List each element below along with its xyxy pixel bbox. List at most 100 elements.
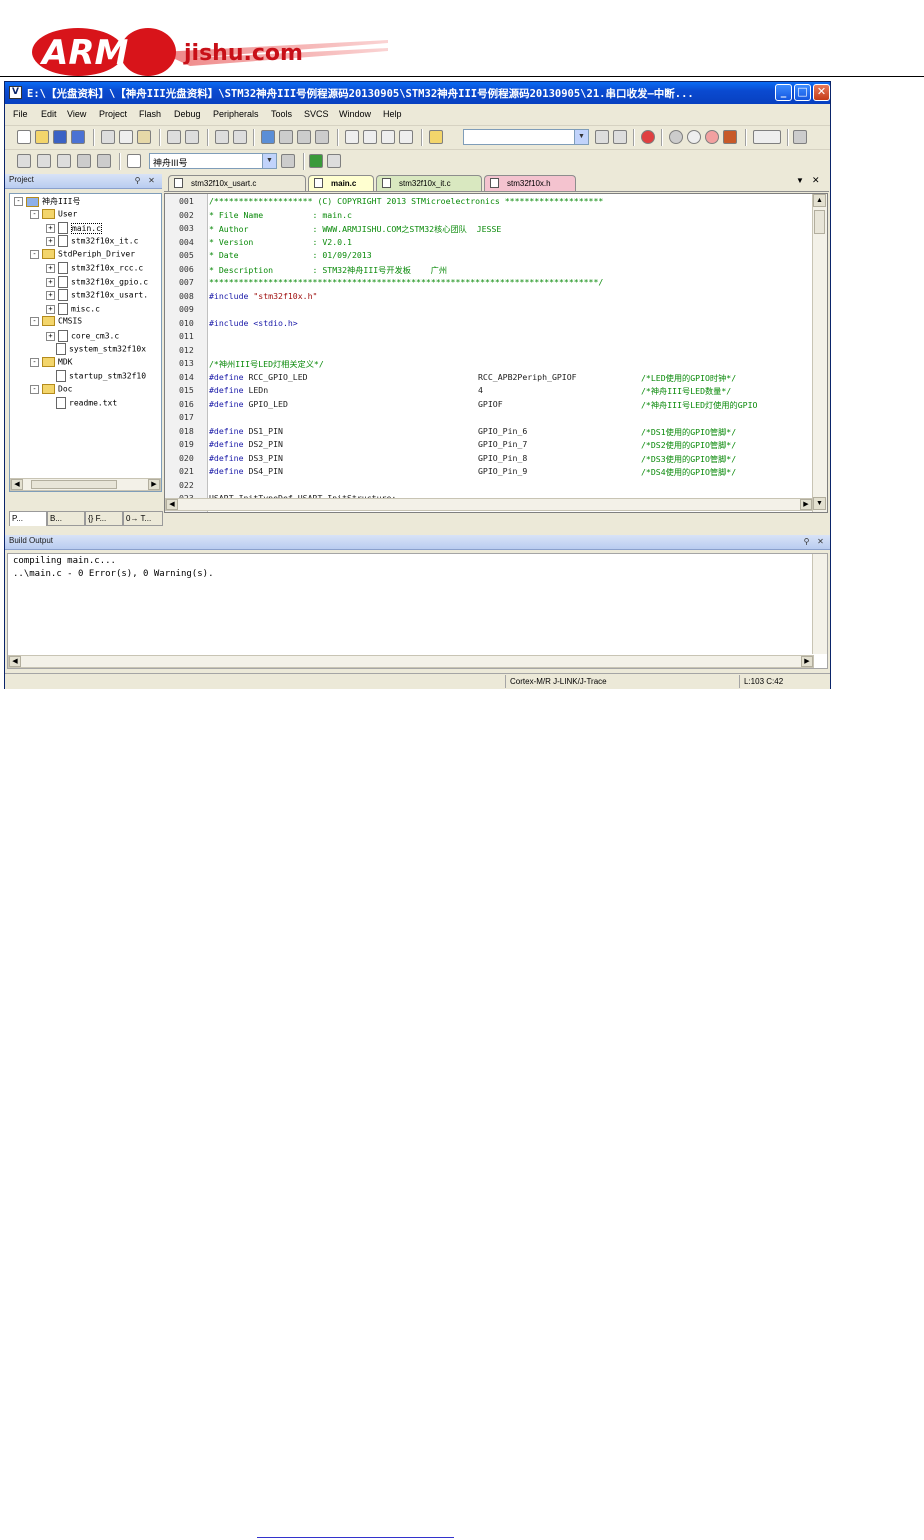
target-select[interactable]: 神舟III号 ▼ [149,153,277,169]
menu-svcs[interactable]: SVCS [304,109,329,119]
expand-icon[interactable]: + [46,290,55,300]
nav-forward-icon[interactable] [233,130,247,144]
close-tab-icon[interactable]: ✕ [812,175,820,186]
tree-item-doc[interactable]: - Doc [30,384,72,397]
file-extensions-icon[interactable] [327,154,341,168]
pin-icon[interactable]: ⚲ [132,175,143,186]
start-debug-icon[interactable] [641,130,655,144]
tree-item-main-c[interactable]: + main.c [46,222,102,235]
tab-templates[interactable]: 0→ T... [123,511,163,526]
open-folder-icon[interactable] [35,130,49,144]
configure-icon[interactable] [793,130,807,144]
tree-item-root[interactable]: - 神舟III号 [14,196,80,209]
expand-icon[interactable]: + [46,277,55,287]
output-vertical-scrollbar[interactable] [812,554,827,654]
collapse-icon[interactable]: - [30,384,39,394]
tree-item-stdperiph[interactable]: - StdPeriph_Driver [30,249,135,262]
tab-stm32f10x-h[interactable]: stm32f10x.h [484,175,576,191]
incremental-find-icon[interactable] [613,130,627,144]
output-horizontal-scrollbar[interactable]: ◀ ▶ [8,655,814,668]
menu-file[interactable]: File [13,109,28,119]
uncomment-icon[interactable] [399,130,413,144]
collapse-icon[interactable]: - [30,209,39,219]
next-bookmark-icon[interactable] [297,130,311,144]
scroll-left-icon[interactable]: ◀ [11,479,23,490]
cut-icon[interactable] [101,130,115,144]
rebuild-icon[interactable] [57,154,71,168]
project-tree[interactable]: - 神舟III号 - User + main.c + stm32f10x_it.c -S… [9,193,162,492]
kill-breakpoints-icon[interactable] [705,130,719,144]
menu-debug[interactable]: Debug [174,109,201,119]
chevron-down-icon[interactable]: ▼ [262,154,276,168]
tree-item-usart-c[interactable]: + stm32f10x_usart. [46,289,148,302]
collapse-icon[interactable]: - [14,197,23,206]
tree-item-startup-s[interactable]: startup_stm32f10 [56,370,146,383]
tab-main-c[interactable]: main.c [308,175,374,191]
tree-item-user[interactable]: - User [30,209,77,222]
build-icon[interactable] [37,154,51,168]
find-combo[interactable]: ▼ [463,129,589,145]
tree-horizontal-scrollbar[interactable]: ◀ ▶ [10,478,161,491]
expand-icon[interactable]: + [46,331,55,341]
nav-back-icon[interactable] [215,130,229,144]
menu-edit[interactable]: Edit [41,109,57,119]
scroll-right-icon[interactable]: ▶ [148,479,160,490]
scroll-up-icon[interactable]: ▲ [813,194,826,207]
minimize-button[interactable]: _ [775,84,792,101]
close-button[interactable]: ✕ [813,84,830,101]
close-icon[interactable]: ✕ [146,175,157,186]
tree-item-readme[interactable]: readme.txt [56,397,117,410]
expand-icon[interactable]: + [46,223,55,233]
open-in-folder-icon[interactable] [429,130,443,144]
tree-item-cmsis[interactable]: - CMSIS [30,316,82,329]
prev-bookmark-icon[interactable] [279,130,293,144]
code-editor[interactable]: 001 /******************** (C) COPYRIGHT 2… [164,193,828,513]
expand-icon[interactable]: + [46,304,55,314]
tree-item-it-c[interactable]: + stm32f10x_it.c [46,235,138,248]
download-icon[interactable] [127,154,141,168]
tree-item-system-c[interactable]: system_stm32f10x [56,343,146,356]
collapse-icon[interactable]: - [30,249,39,259]
breakpoint-icon[interactable] [669,130,683,144]
scroll-right-icon[interactable]: ▶ [801,656,813,667]
maximize-button[interactable]: □ [794,84,811,101]
stop-build-icon[interactable] [97,154,111,168]
undo-icon[interactable] [167,130,181,144]
scroll-thumb[interactable] [814,210,825,234]
target-options-icon[interactable] [281,154,295,168]
scroll-right-icon[interactable]: ▶ [800,499,812,510]
paste-icon[interactable] [137,130,151,144]
save-icon[interactable] [53,130,67,144]
collapse-icon[interactable]: - [30,357,39,367]
translate-icon[interactable] [17,154,31,168]
menu-tools[interactable]: Tools [271,109,292,119]
tab-stm32f10x-usart-c[interactable]: stm32f10x_usart.c [168,175,306,191]
menu-window[interactable]: Window [339,109,371,119]
indent-icon[interactable] [345,130,359,144]
new-file-icon[interactable] [17,130,31,144]
tree-item-mdk[interactable]: - MDK [30,357,72,370]
manage-components-icon[interactable] [309,154,323,168]
tab-functions[interactable]: {} F... [85,511,123,526]
menu-project[interactable]: Project [99,109,127,119]
scroll-down-icon[interactable]: ▼ [813,497,826,510]
redo-icon[interactable] [185,130,199,144]
tree-item-gpio-c[interactable]: + stm32f10x_gpio.c [46,276,148,289]
pin-icon[interactable]: ⚲ [801,536,812,547]
editor-vertical-scrollbar[interactable]: ▲ ▼ [812,194,827,512]
batch-build-icon[interactable] [77,154,91,168]
clear-bookmarks-icon[interactable] [315,130,329,144]
tree-item-core-cm3-c[interactable]: + core_cm3.c [46,330,119,343]
build-output-pane[interactable]: compiling main.c... ..\main.c - 0 Error(… [7,553,828,669]
window-layout-icon[interactable] [753,130,781,144]
menu-flash[interactable]: Flash [139,109,161,119]
tab-list-dropdown-icon[interactable]: ▼ [796,176,804,185]
find-in-files-icon[interactable] [595,130,609,144]
bookmark-icon[interactable] [261,130,275,144]
tree-item-misc-c[interactable]: + misc.c [46,303,100,316]
expand-icon[interactable]: + [46,236,55,246]
tree-item-rcc-c[interactable]: + stm32f10x_rcc.c [46,262,143,275]
tab-stm32f10x-it-c[interactable]: stm32f10x_it.c [376,175,482,191]
chevron-down-icon[interactable]: ▼ [574,130,588,144]
scroll-thumb[interactable] [31,480,117,489]
